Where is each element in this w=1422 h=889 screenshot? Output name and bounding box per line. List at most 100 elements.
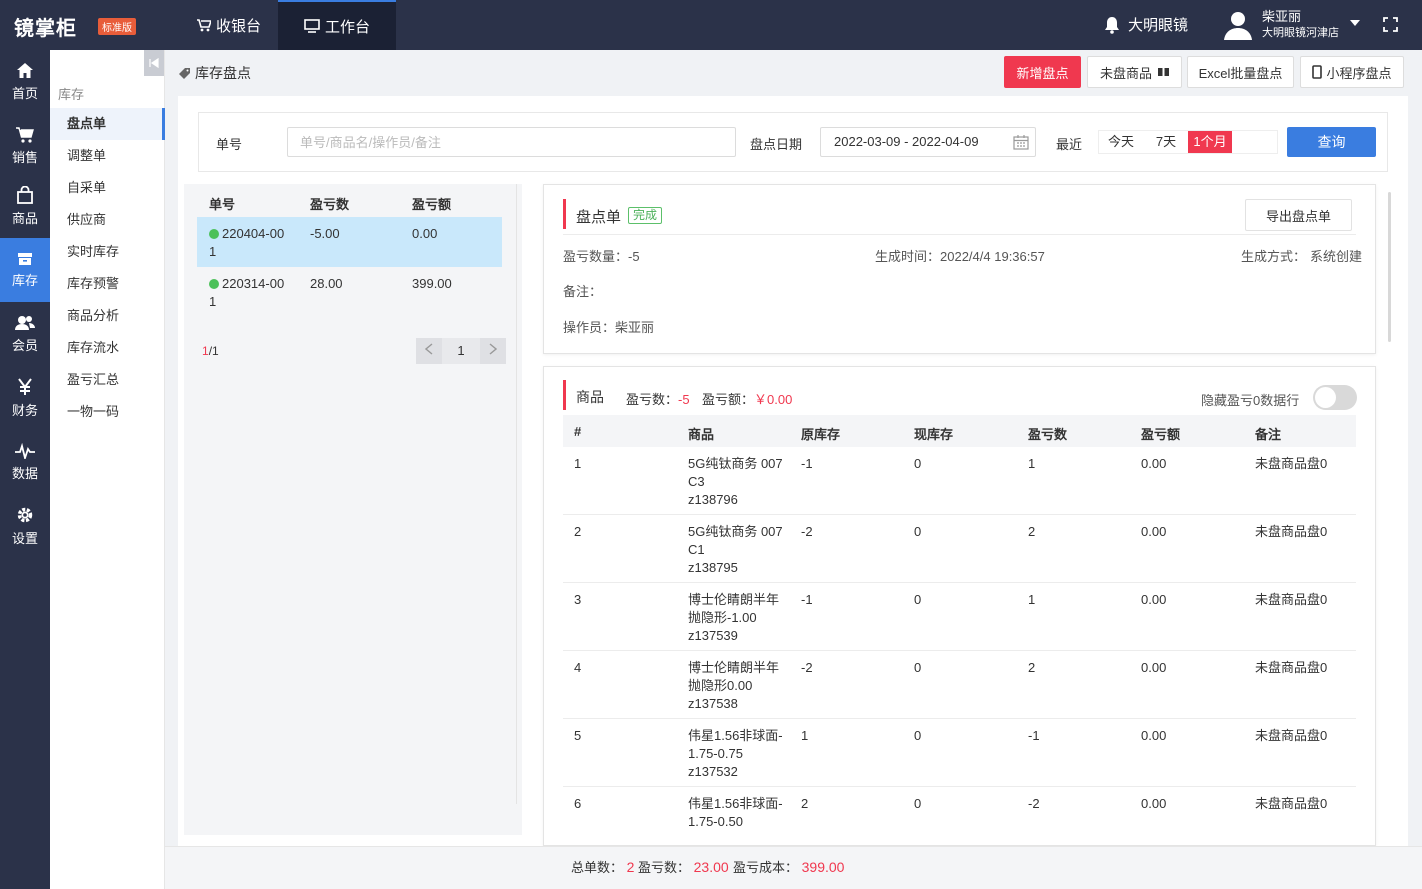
table-row[interactable]: 3 -1 0 1 0.00 未盘商品盘0 博士伦睛朗半年 抛隐形-1.00 z137539 xyxy=(563,583,1356,651)
date-range-input[interactable]: 2022-03-09 - 2022-04-09 xyxy=(820,127,1036,157)
table-row[interactable]: 4 -2 0 2 0.00 未盘商品盘0 博士伦睛朗半年 抛隐形0.00 z137538 xyxy=(563,651,1356,719)
submenu-item-realtime[interactable]: 实时库存 xyxy=(50,236,165,268)
submenu-item-analysis[interactable]: 商品分析 xyxy=(50,300,165,332)
excel-batch-button[interactable]: Excel批量盘点 xyxy=(1187,56,1294,88)
submenu-item-summary[interactable]: 盈亏汇总 xyxy=(50,364,165,396)
row-product-name: 伟星1.56非球面- xyxy=(688,796,783,811)
row-note: 未盘商品盘0 xyxy=(1255,728,1328,743)
table-row[interactable]: 1 -1 0 1 0.00 未盘商品盘0 5G纯钛商务 007 C3 z138796 xyxy=(563,447,1356,515)
unchecked-goods-button[interactable]: 未盘商品 xyxy=(1087,56,1182,88)
row-diff: 2 xyxy=(1028,660,1036,675)
rail-item-inventory[interactable]: 库存 xyxy=(0,238,50,302)
list-item[interactable]: 220314-00 1 28.00 399.00 xyxy=(197,267,502,317)
cart-icon xyxy=(16,126,34,143)
rail-item-products[interactable]: 商品 xyxy=(0,174,50,238)
rail-label: 会员 xyxy=(11,337,38,353)
quick-today[interactable]: 今天 xyxy=(1099,131,1143,153)
row-product-name: C3 xyxy=(688,474,705,489)
cart-icon xyxy=(196,18,211,31)
row-index: 4 xyxy=(574,660,582,675)
list-item[interactable]: 220404-00 1 -5.00 0.00 xyxy=(197,217,502,267)
goods-table-header xyxy=(563,415,1356,447)
row-orig-stock: -2 xyxy=(801,660,813,675)
fullscreen-icon[interactable] xyxy=(1383,17,1398,32)
row-diff: 1 xyxy=(1028,592,1036,607)
book-icon xyxy=(1158,68,1169,76)
gear-icon xyxy=(17,507,33,522)
export-button[interactable]: 导出盘点单 xyxy=(1245,199,1352,231)
table-row[interactable]: 5 1 0 -1 0.00 未盘商品盘0 伟星1.56非球面- 1.75-0.75 z13753… xyxy=(563,719,1356,787)
rail-item-data[interactable]: 数据 xyxy=(0,430,50,494)
detail-qty: 盈亏数量：-5 xyxy=(563,249,640,264)
order-amount: 0.00 xyxy=(412,226,438,241)
row-product-name: 抛隐形0.00 xyxy=(688,678,753,693)
col-product: 商品 xyxy=(688,427,715,442)
submenu-item-code[interactable]: 一物一码 xyxy=(50,396,165,428)
row-diff: 2 xyxy=(1028,524,1036,539)
list-divider xyxy=(516,184,517,804)
rail-label: 财务 xyxy=(11,402,38,418)
store-selector[interactable]: 大明眼镜 xyxy=(1104,14,1188,35)
submenu-item-alert[interactable]: 库存预警 xyxy=(50,268,165,300)
page-title: 库存盘点 xyxy=(178,63,251,83)
row-product-code: z137538 xyxy=(688,696,738,711)
row-product-code: z138795 xyxy=(688,560,738,575)
total-cost: 盈亏成本： 399.00 xyxy=(733,859,845,875)
order-no-label: 单号 xyxy=(216,137,243,152)
rail-item-home[interactable]: 首页 xyxy=(0,50,50,114)
page-number[interactable]: 1 xyxy=(448,338,474,364)
home-icon xyxy=(17,63,33,78)
rail-item-members[interactable]: 会员 xyxy=(0,302,50,366)
table-row[interactable]: 2 -2 0 2 0.00 未盘商品盘0 5G纯钛商务 007 C1 z138795 xyxy=(563,515,1356,583)
col-note: 备注 xyxy=(1255,427,1282,442)
new-stocktake-button[interactable]: 新增盘点 xyxy=(1004,56,1081,88)
row-orig-stock: -2 xyxy=(801,524,813,539)
mini-program-button[interactable]: 小程序盘点 xyxy=(1300,56,1404,88)
submenu-item-supplier[interactable]: 供应商 xyxy=(50,204,165,236)
submenu-item-purchase[interactable]: 自采单 xyxy=(50,172,165,204)
user-shop: 大明眼镜河津店 xyxy=(1262,27,1339,39)
row-note: 未盘商品盘0 xyxy=(1255,660,1328,675)
rail-label: 销售 xyxy=(11,149,38,165)
hide-zero-toggle[interactable] xyxy=(1313,385,1357,410)
row-orig-stock: -1 xyxy=(801,592,813,607)
row-amount: 0.00 xyxy=(1141,796,1167,811)
total-qty: 盈亏数： 23.00 xyxy=(638,859,729,875)
scrollbar[interactable] xyxy=(1388,192,1391,342)
detail-mode: 生成方式： 系统创建 xyxy=(1241,249,1363,264)
prev-page-button[interactable] xyxy=(416,338,442,364)
quick-1month[interactable]: 1个月 xyxy=(1188,131,1232,153)
col-now-stock: 现库存 xyxy=(914,427,954,442)
submenu-item-adjust[interactable]: 调整单 xyxy=(50,140,165,172)
rail-item-finance[interactable]: 财务 xyxy=(0,366,50,430)
submenu-item-flow[interactable]: 库存流水 xyxy=(50,332,165,364)
detail-operator: 操作员：柴亚丽 xyxy=(563,320,655,335)
col-orig-stock: 原库存 xyxy=(801,427,841,442)
rail-label: 库存 xyxy=(11,272,38,288)
main-rail: 首页 销售 商品 库存 会员 财务 数据 设置 xyxy=(0,50,50,889)
rail-item-settings[interactable]: 设置 xyxy=(0,494,50,558)
status-badge: 完成 xyxy=(628,207,663,224)
row-now-stock: 0 xyxy=(914,524,922,539)
recent-label: 最近 xyxy=(1056,137,1083,152)
list-header-qty: 盈亏数 xyxy=(310,197,350,212)
row-now-stock: 0 xyxy=(914,592,922,607)
monitor-icon xyxy=(304,19,320,33)
next-page-button[interactable] xyxy=(480,338,506,364)
search-input[interactable] xyxy=(287,127,736,157)
summary-footer: 总单数： 2 盈亏数： 23.00 盈亏成本： 399.00 xyxy=(165,846,1422,889)
row-orig-stock: 1 xyxy=(801,728,809,743)
rail-item-sales[interactable]: 销售 xyxy=(0,114,50,178)
table-row[interactable]: 6 2 0 -2 0.00 未盘商品盘0 伟星1.56非球面- 1.75-0.50 xyxy=(563,787,1356,855)
topnav-workbench[interactable]: 工作台 xyxy=(278,0,396,50)
topnav-cashier[interactable]: 收银台 xyxy=(180,0,278,50)
row-product-code: z137539 xyxy=(688,628,738,643)
chevron-down-icon[interactable] xyxy=(1350,20,1360,26)
collapse-button[interactable] xyxy=(144,50,164,76)
query-button[interactable]: 查询 xyxy=(1287,127,1376,157)
quick-7days[interactable]: 7天 xyxy=(1147,131,1185,153)
user-menu[interactable]: 柴亚丽 大明眼镜河津店 xyxy=(1222,8,1339,42)
phone-icon xyxy=(1312,65,1323,79)
row-product-name: 5G纯钛商务 007 xyxy=(688,524,783,539)
submenu-item-stocktake[interactable]: 盘点单 xyxy=(50,108,165,140)
